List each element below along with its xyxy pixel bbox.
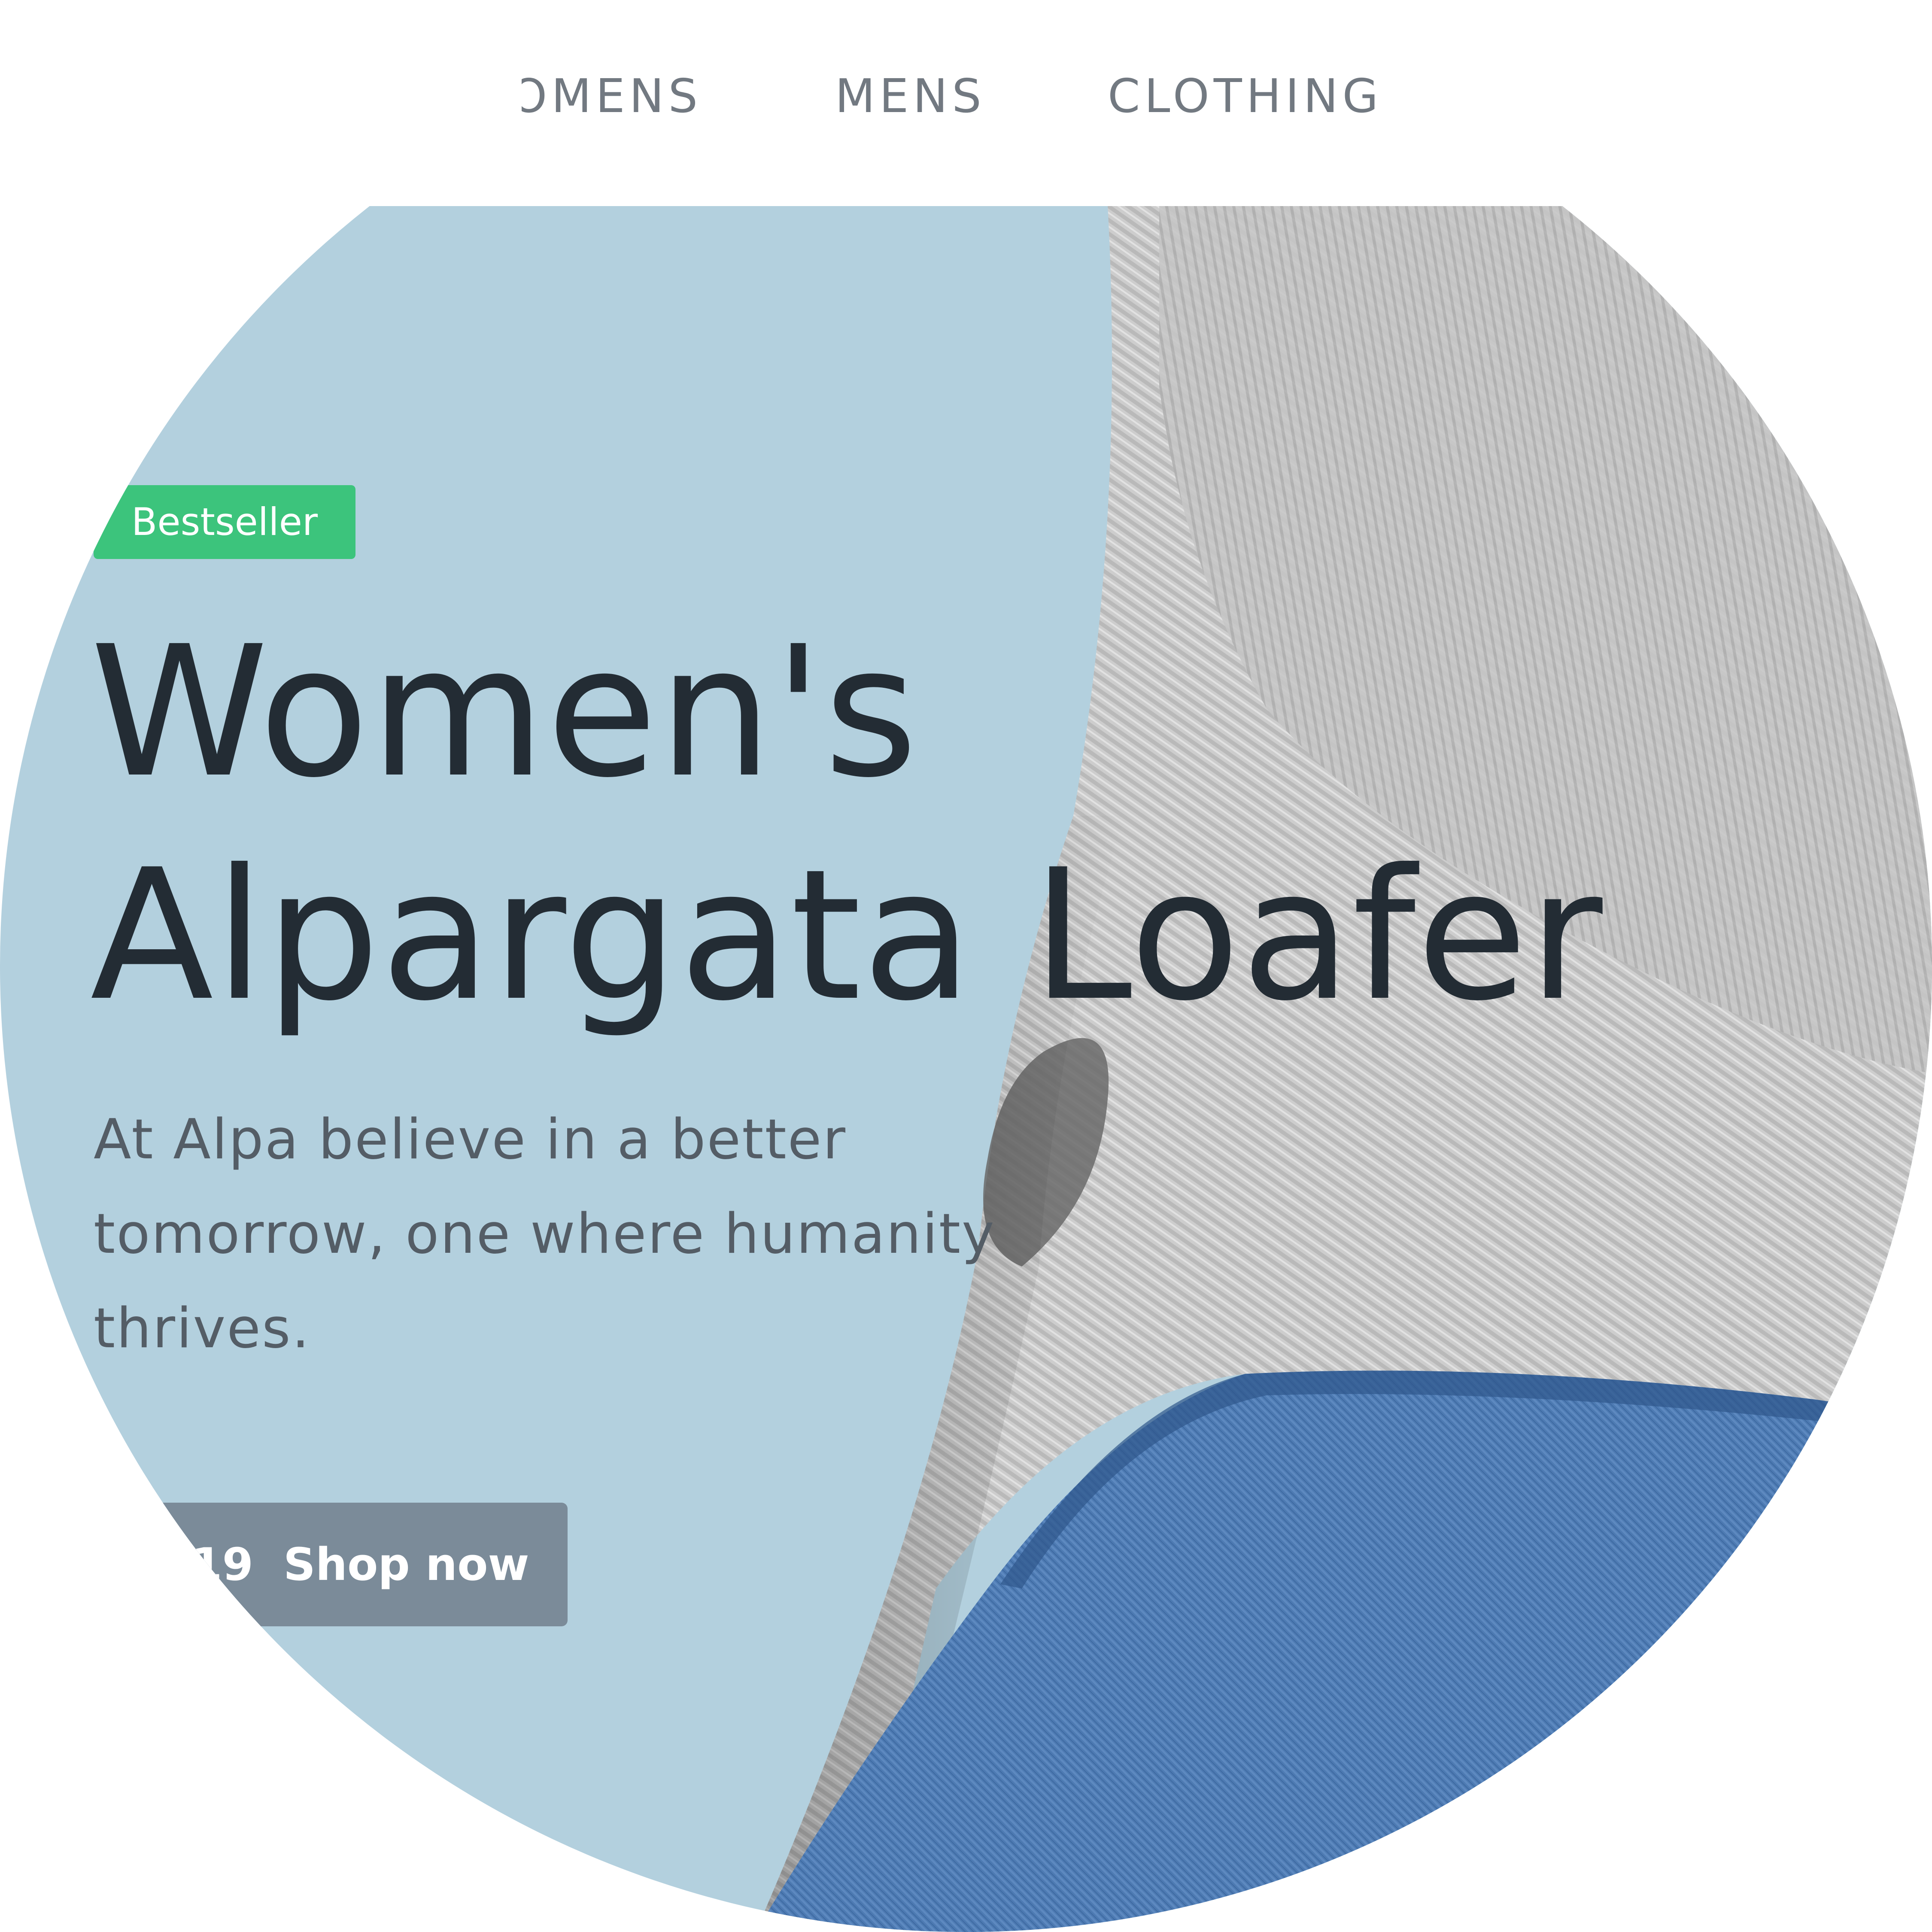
shop-now-button[interactable]: $219 Shop now	[0, 1503, 568, 1626]
product-title: Women's Alpargata Loafer	[90, 601, 1807, 1048]
page: Bestseller Women's Alpargata Loafer At A…	[0, 0, 1932, 1932]
product-description: At Alpa believe in a better tomorrow, on…	[94, 1108, 996, 1361]
product-title-line1: Women's	[90, 608, 919, 817]
nav-item-womens[interactable]: WOMENS	[522, 69, 702, 125]
bestseller-badge: Bestseller	[94, 485, 355, 559]
product-title-line2: Alpargata Loafer	[90, 831, 1604, 1041]
nav-item-clothing[interactable]: CLOTHING	[1108, 69, 1382, 125]
hero-viewport: Bestseller Women's Alpargata Loafer At A…	[0, 0, 1932, 1932]
price-label: $219	[167, 1538, 253, 1591]
top-navigation: WOMENS MENS CLOTHING	[0, 0, 1932, 206]
nav-item-mens[interactable]: MENS	[835, 69, 986, 125]
shop-now-label: Shop now	[283, 1538, 529, 1591]
